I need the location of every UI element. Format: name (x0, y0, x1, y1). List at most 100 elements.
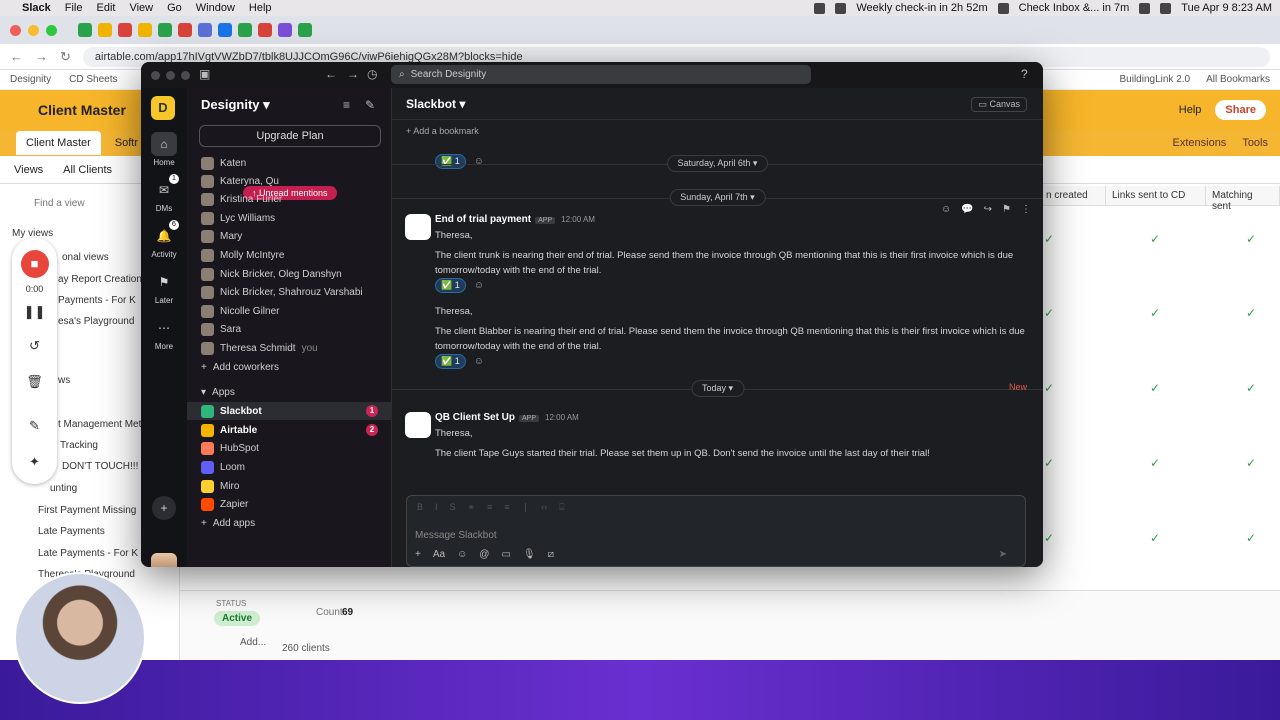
italic-icon[interactable]: I (435, 502, 438, 513)
all-bookmarks[interactable]: All Bookmarks (1206, 74, 1270, 85)
column-header[interactable]: Matching sent (1206, 186, 1280, 212)
message-time[interactable]: 12:00 AM (545, 413, 579, 422)
code-block-icon[interactable]: ⌸ (559, 502, 564, 513)
menu-go[interactable]: Go (167, 2, 182, 14)
view-item[interactable]: ws (58, 375, 70, 386)
tab-favicon[interactable] (138, 23, 152, 37)
compose-icon[interactable]: ✎ (365, 98, 375, 112)
workspace-name[interactable]: Designity ▾ (201, 97, 270, 113)
view-item[interactable]: First Payment Missing (38, 505, 136, 516)
link-icon[interactable]: ⚭ (468, 502, 476, 513)
dm-item[interactable]: Nicolle Gilner (187, 302, 392, 320)
tab-favicon[interactable] (118, 23, 132, 37)
history-icon[interactable]: ◷ (367, 67, 377, 81)
back-icon[interactable]: ← (325, 67, 337, 81)
apps-section-toggle[interactable]: ▾ Apps (187, 383, 392, 401)
tab-client-master[interactable]: Client Master (16, 131, 101, 155)
app-item-airtable[interactable]: Airtable 2 (187, 421, 392, 439)
reload-icon[interactable]: ↻ (60, 49, 71, 65)
meeting-status[interactable]: Weekly check-in in 2h 52m (856, 2, 987, 14)
bluetooth-icon[interactable] (997, 2, 1009, 14)
dm-item[interactable]: Katen (187, 154, 392, 172)
view-item[interactable]: onal views (62, 252, 109, 263)
channel-name[interactable]: Slackbot ▾ (406, 97, 465, 111)
window-dot[interactable] (151, 71, 160, 80)
bookmark-buildinglink[interactable]: BuildingLink 2.0 (1119, 74, 1190, 85)
view-item[interactable]: DON'T TOUCH!!! (62, 461, 138, 472)
status-badge[interactable]: Active (214, 611, 261, 626)
menu-window[interactable]: Window (196, 2, 235, 14)
gear-icon[interactable] (814, 2, 826, 14)
tab-favicon[interactable] (218, 23, 232, 37)
window-dot[interactable] (181, 71, 190, 80)
share-button[interactable]: Share (1215, 100, 1266, 120)
filter-icon[interactable]: ≡ (343, 98, 350, 112)
view-item[interactable]: Tracking (60, 440, 98, 451)
extensions-link[interactable]: Extensions (1173, 137, 1227, 149)
view-item[interactable]: t Management Metr (58, 419, 145, 430)
forward-icon[interactable]: → (35, 49, 48, 64)
dm-item[interactable]: Kateryna, Qu (187, 172, 392, 190)
strikethrough-icon[interactable]: S (450, 502, 456, 513)
format-text-icon[interactable]: Aa (433, 549, 445, 560)
dm-item[interactable]: Molly McIntyre (187, 246, 392, 264)
rail-dms[interactable]: ✉ 1 DMs (141, 174, 187, 213)
dm-item[interactable]: Lyc Williams (187, 209, 392, 227)
ordered-list-icon[interactable]: ≡ (487, 502, 492, 513)
tab-favicon[interactable] (78, 23, 92, 37)
add-apps-button[interactable]: + Add apps (187, 514, 392, 532)
app-avatar[interactable] (405, 412, 431, 438)
view-item[interactable]: ay Report Creation (58, 274, 142, 285)
view-item[interactable]: esa's Playground (58, 316, 134, 327)
reaction-checkmark[interactable]: ✅ 1 (435, 278, 466, 293)
sidebar-toggle-icon[interactable]: ▣ (199, 67, 210, 81)
reaction-checkmark[interactable]: ✅ 1 (435, 354, 466, 369)
back-icon[interactable]: ← (10, 49, 23, 64)
dm-item[interactable]: Nick Bricker, Shahrouz Varshabi (187, 283, 392, 301)
app-avatar[interactable] (405, 214, 431, 240)
upgrade-plan-button[interactable]: Upgrade Plan (199, 125, 381, 147)
message-input[interactable]: Message Slackbot (415, 530, 497, 541)
add-coworkers-button[interactable]: + Add coworkers (187, 358, 392, 376)
pause-icon[interactable]: ❚❚ (12, 304, 57, 320)
rail-home[interactable]: ⌂ Home (141, 132, 187, 167)
app-item-miro[interactable]: Miro (187, 477, 392, 495)
canvas-button[interactable]: ▭ Canvas (971, 97, 1027, 112)
add-workspace-button[interactable]: + (141, 496, 187, 522)
emoji-icon[interactable]: ☺ (457, 549, 467, 560)
view-item[interactable]: Late Payments (38, 526, 105, 537)
tab-favicon[interactable] (258, 23, 272, 37)
help-icon[interactable]: ? (1021, 67, 1028, 81)
zoom-window-button[interactable] (46, 25, 57, 36)
bookmark-icon[interactable]: ⚑ (1002, 204, 1011, 215)
add-reaction-icon[interactable]: ☺ (474, 280, 484, 291)
tab-favicon[interactable] (158, 23, 172, 37)
calendar-icon[interactable] (835, 2, 847, 14)
tab-favicon[interactable] (238, 23, 252, 37)
add-reaction-icon[interactable]: ☺ (474, 156, 484, 167)
plus-icon[interactable]: + (415, 549, 421, 560)
rail-later[interactable]: ⚑ Later (141, 270, 187, 305)
views-button[interactable]: Views (14, 164, 43, 176)
forward-icon[interactable]: → (347, 67, 359, 81)
tab-favicon[interactable] (98, 23, 112, 37)
bold-icon[interactable]: B (417, 502, 423, 513)
effects-icon[interactable]: ✦ (12, 454, 57, 470)
view-item[interactable]: Late Payments - For K (38, 548, 138, 559)
window-dot[interactable] (166, 71, 175, 80)
inbox-reminder[interactable]: Check Inbox &... in 7m (1019, 2, 1130, 14)
view-section[interactable]: unting (50, 483, 77, 494)
menubar-clock[interactable]: Tue Apr 9 8:23 AM (1181, 2, 1272, 14)
workspace-icon[interactable]: D (151, 96, 175, 120)
bookmark-designity[interactable]: Designity (10, 74, 51, 85)
dm-item[interactable]: Sara (187, 320, 392, 338)
message-author[interactable]: QB Client Set Up APP 12:00 AM (435, 412, 579, 423)
tab-favicon[interactable] (198, 23, 212, 37)
webcam-bubble[interactable] (14, 572, 146, 704)
view-item[interactable]: Payments - For K (58, 295, 136, 306)
add-bookmark-button[interactable]: + Add a bookmark (406, 126, 479, 136)
dm-item[interactable]: Nick Bricker, Oleg Danshyn (187, 265, 392, 283)
search-icon[interactable] (1160, 2, 1172, 14)
app-item-slackbot[interactable]: Slackbot 1 (187, 402, 392, 420)
restart-icon[interactable]: ↺ (12, 338, 57, 354)
